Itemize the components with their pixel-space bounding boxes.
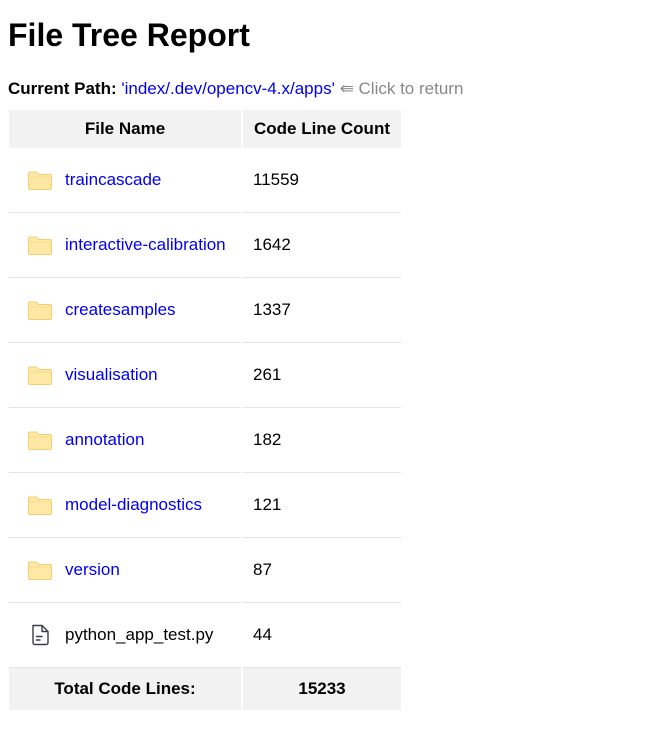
- file-name-cell: visualisation: [9, 343, 241, 408]
- total-value: 15233: [243, 668, 401, 710]
- file-name-cell: traincascade: [9, 148, 241, 213]
- folder-icon: [27, 559, 53, 581]
- folder-link[interactable]: model-diagnostics: [65, 495, 202, 514]
- header-code-line-count: Code Line Count: [243, 110, 401, 148]
- file-name-cell: createsamples: [9, 278, 241, 343]
- table-row[interactable]: traincascade 11559: [9, 148, 401, 213]
- code-line-count-cell: 182: [243, 408, 401, 473]
- return-link[interactable]: ⇚ Click to return: [340, 79, 464, 98]
- code-line-count-cell: 87: [243, 538, 401, 603]
- header-file-name: File Name: [9, 110, 241, 148]
- current-path-bar: Current Path: 'index/.dev/opencv-4.x/app…: [8, 78, 657, 100]
- folder-link[interactable]: createsamples: [65, 300, 176, 319]
- code-line-count-cell: 261: [243, 343, 401, 408]
- file-name-cell: version: [9, 538, 241, 603]
- table-row[interactable]: model-diagnostics 121: [9, 473, 401, 538]
- folder-link[interactable]: annotation: [65, 430, 144, 449]
- folder-link[interactable]: traincascade: [65, 170, 161, 189]
- code-line-count-cell: 1642: [243, 213, 401, 278]
- current-path-label: Current Path:: [8, 79, 117, 98]
- folder-link[interactable]: version: [65, 560, 120, 579]
- folder-icon: [27, 234, 53, 256]
- table-footer-row: Total Code Lines: 15233: [9, 668, 401, 710]
- table-row: python_app_test.py 44: [9, 603, 401, 668]
- folder-link[interactable]: interactive-calibration: [65, 235, 226, 254]
- folder-icon: [27, 299, 53, 321]
- folder-icon: [27, 429, 53, 451]
- file-name-cell: model-diagnostics: [9, 473, 241, 538]
- folder-icon: [27, 169, 53, 191]
- file-icon: [27, 624, 53, 646]
- file-name-cell: annotation: [9, 408, 241, 473]
- code-line-count-cell: 1337: [243, 278, 401, 343]
- table-row[interactable]: version 87: [9, 538, 401, 603]
- table-row[interactable]: annotation 182: [9, 408, 401, 473]
- folder-link[interactable]: visualisation: [65, 365, 158, 384]
- table-header-row: File Name Code Line Count: [9, 110, 401, 148]
- page: File Tree Report Current Path: 'index/.d…: [0, 0, 665, 718]
- folder-icon: [27, 364, 53, 386]
- page-title: File Tree Report: [8, 17, 250, 53]
- folder-icon: [27, 494, 53, 516]
- table-body: traincascade 11559 interactive-calibration…: [9, 148, 401, 668]
- current-path-link[interactable]: 'index/.dev/opencv-4.x/apps': [121, 79, 334, 98]
- file-tree-table: File Name Code Line Count traincascade 11…: [7, 110, 403, 710]
- file-name-cell: python_app_test.py: [9, 603, 241, 668]
- code-line-count-cell: 11559: [243, 148, 401, 213]
- file-name-cell: interactive-calibration: [9, 213, 241, 278]
- table-row[interactable]: interactive-calibration 1642: [9, 213, 401, 278]
- code-line-count-cell: 121: [243, 473, 401, 538]
- code-line-count-cell: 44: [243, 603, 401, 668]
- total-label: Total Code Lines:: [9, 668, 241, 710]
- table-row[interactable]: createsamples 1337: [9, 278, 401, 343]
- file-name: python_app_test.py: [65, 625, 214, 644]
- table-row[interactable]: visualisation 261: [9, 343, 401, 408]
